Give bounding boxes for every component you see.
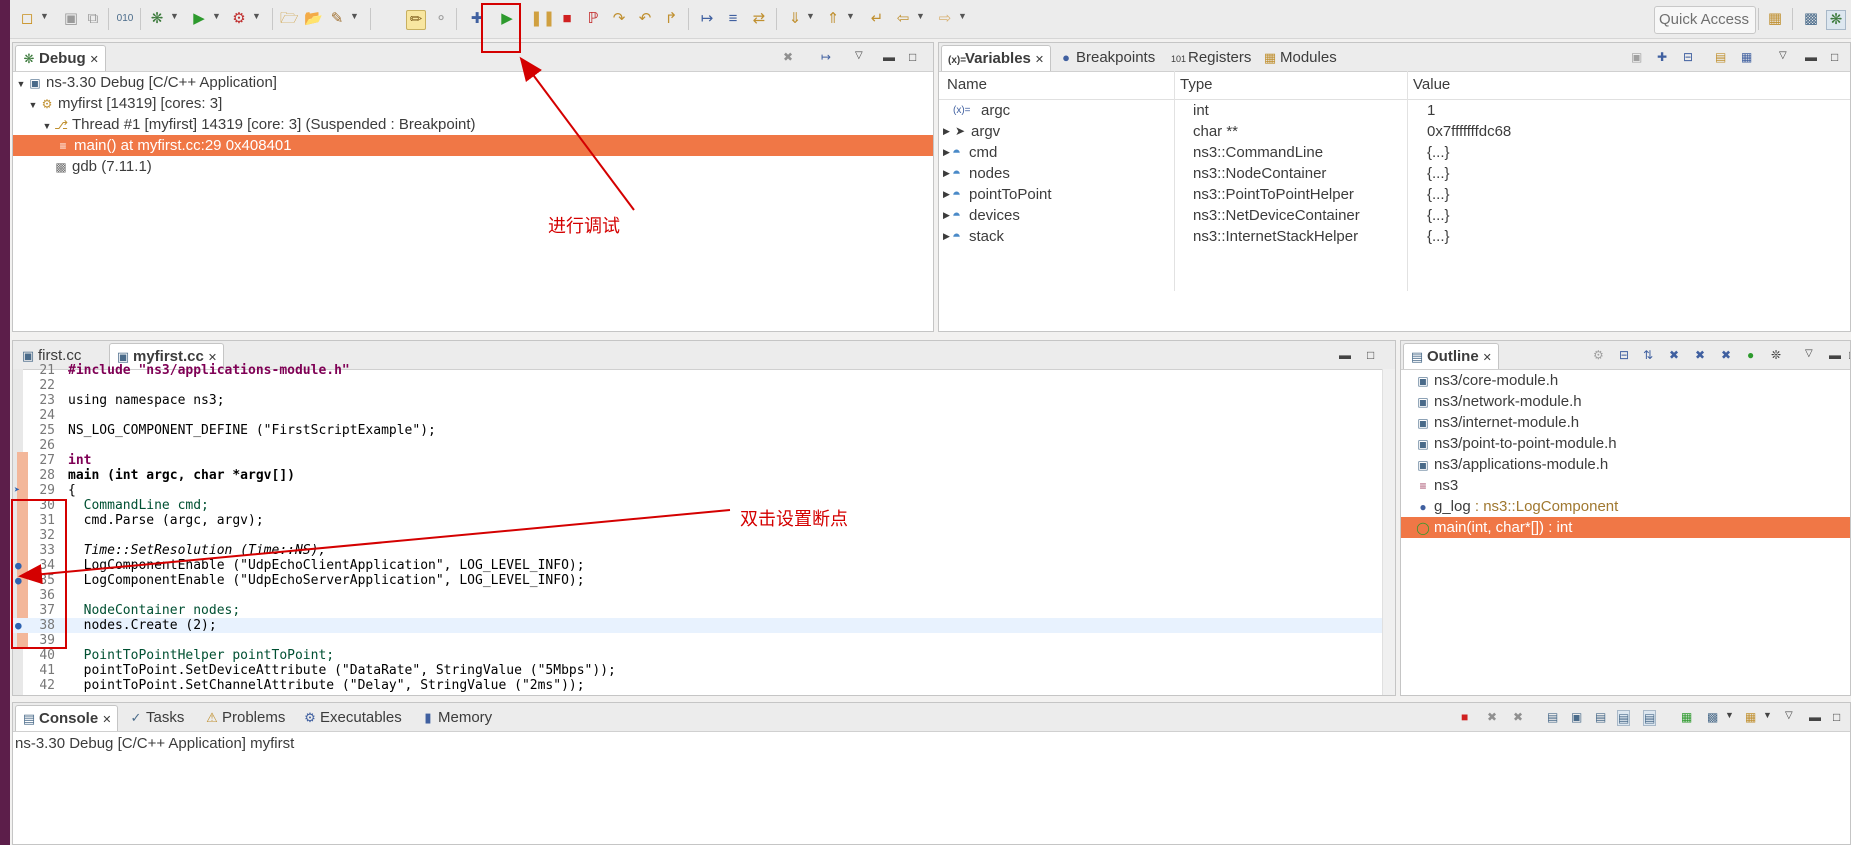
annotation-breakpoint-label: 双击设置断点 xyxy=(740,509,848,530)
annotation-overlay xyxy=(11,3,731,649)
breakpoint-arrow xyxy=(18,509,731,585)
annotation-debug-label: 进行调试 xyxy=(548,216,620,237)
debug-arrow xyxy=(519,56,635,211)
resume-highlight-box xyxy=(481,3,521,53)
